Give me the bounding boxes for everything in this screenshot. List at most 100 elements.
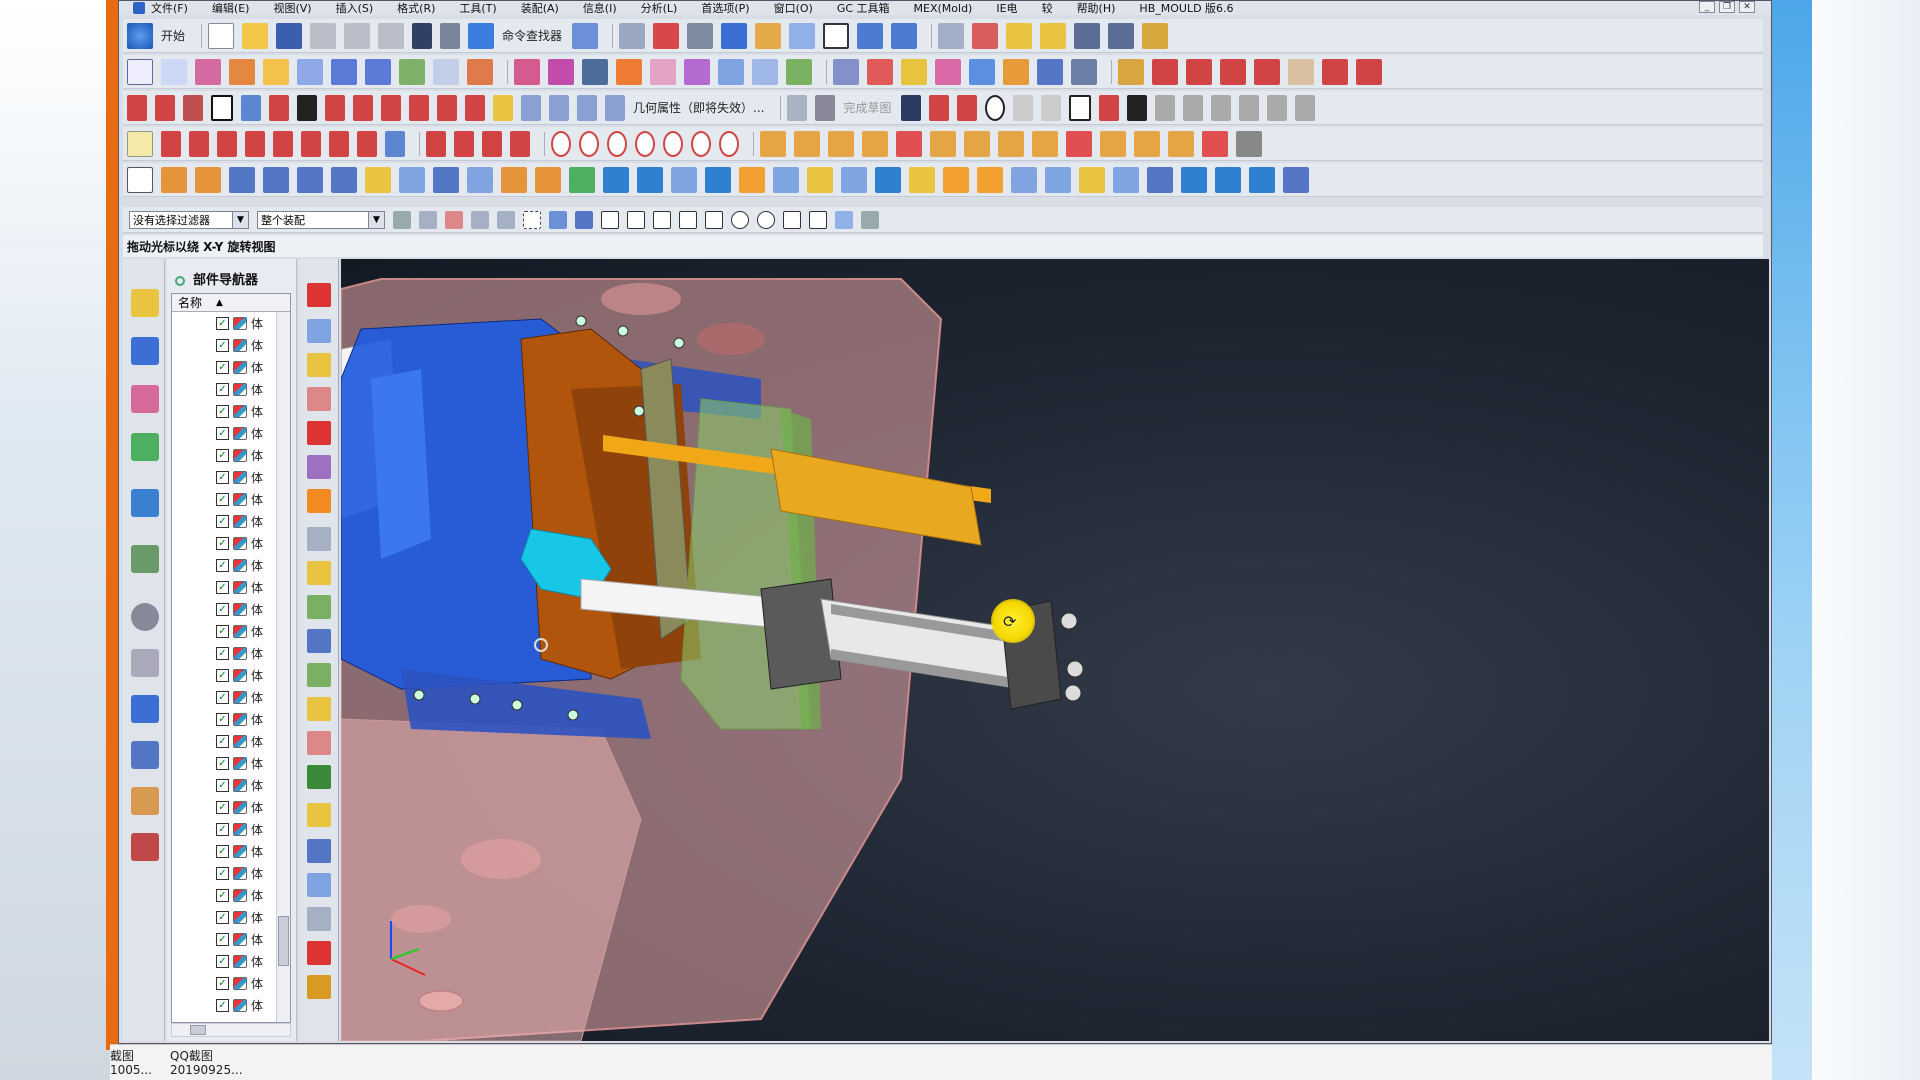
shell-icon[interactable]: [807, 166, 833, 193]
history-icon[interactable]: [131, 603, 159, 631]
navigator-row[interactable]: ✓ 体: [172, 686, 290, 708]
sweep-icon[interactable]: [263, 58, 289, 85]
pencil-icon[interactable]: [127, 130, 153, 157]
workpiece-icon[interactable]: [862, 130, 888, 157]
assembly-icon[interactable]: [857, 22, 884, 49]
subtract-icon[interactable]: [637, 166, 663, 193]
visibility-checkbox[interactable]: ✓: [216, 668, 229, 682]
line-perp-icon[interactable]: [245, 130, 265, 157]
thread-icon[interactable]: [943, 166, 969, 193]
extrude-surface-icon[interactable]: [229, 58, 255, 85]
navigator-row[interactable]: ✓ 体: [172, 796, 290, 818]
select-face-icon[interactable]: [445, 210, 463, 229]
pull-face-icon[interactable]: [969, 58, 995, 85]
intersect-icon[interactable]: [671, 166, 697, 193]
control-point-icon[interactable]: [679, 210, 697, 229]
constraint-icon[interactable]: [1267, 94, 1288, 121]
datum-plane-icon[interactable]: [1113, 166, 1139, 193]
circle-tangent-icon[interactable]: [607, 130, 627, 157]
finish-sketch-button[interactable]: 完成草图: [843, 99, 891, 116]
arc-3pt-icon[interactable]: [301, 130, 321, 157]
unite-icon[interactable]: [603, 166, 629, 193]
visibility-checkbox[interactable]: ✓: [216, 558, 229, 572]
circle-point-icon[interactable]: [663, 130, 683, 157]
mirror-feature-icon[interactable]: [909, 166, 935, 193]
curve-length-icon[interactable]: [437, 94, 457, 121]
offset-curve-icon[interactable]: [1288, 58, 1314, 85]
start-icon[interactable]: [127, 22, 153, 49]
pin-icon[interactable]: [175, 275, 185, 286]
ejector-pin-icon[interactable]: [1066, 130, 1092, 157]
extract-curve-icon[interactable]: [465, 94, 485, 121]
selection-icon[interactable]: [572, 22, 599, 49]
solid-select-icon[interactable]: [575, 210, 593, 229]
visibility-checkbox[interactable]: ✓: [216, 360, 229, 374]
menu-format[interactable]: 格式(R): [397, 1, 435, 15]
runner-icon[interactable]: [1202, 130, 1228, 157]
chevron-down-icon[interactable]: ▼: [368, 211, 384, 228]
visibility-checkbox[interactable]: ✓: [216, 800, 229, 814]
manufacturing-wizard-icon[interactable]: [131, 741, 159, 769]
menu-information[interactable]: 信息(I): [583, 1, 617, 15]
navigator-vertical-scrollbar[interactable]: [276, 312, 290, 1022]
menu-preferences[interactable]: 首选项(P): [701, 1, 749, 15]
cut-icon[interactable]: [310, 22, 337, 49]
line-point-angle-icon[interactable]: [189, 130, 209, 157]
visibility-checkbox[interactable]: ✓: [216, 536, 229, 550]
mold-csys-tool-icon[interactable]: [307, 319, 331, 343]
assembly-navigator-icon[interactable]: [131, 289, 159, 317]
visibility-checkbox[interactable]: ✓: [216, 580, 229, 594]
navigator-row[interactable]: ✓ 体: [172, 422, 290, 444]
arc-center-snap-icon[interactable]: [731, 210, 749, 229]
navigator-horizontal-scrollbar[interactable]: [171, 1023, 291, 1037]
parting-surface-icon[interactable]: [307, 561, 331, 585]
mold-assembly-model[interactable]: [341, 259, 1769, 1041]
existing-point-icon[interactable]: [783, 210, 801, 229]
menu-file[interactable]: 文件(F): [151, 1, 188, 15]
offset-face-icon[interactable]: [977, 166, 1003, 193]
bounded-plane-icon[interactable]: [399, 58, 425, 85]
quick-trim-icon[interactable]: [1183, 94, 1204, 121]
arc-center-icon[interactable]: [357, 130, 377, 157]
visibility-checkbox[interactable]: ✓: [216, 646, 229, 660]
line-icon[interactable]: [127, 94, 147, 121]
visibility-checkbox[interactable]: ✓: [216, 976, 229, 990]
thicken-icon[interactable]: [548, 58, 574, 85]
menu-electrode[interactable]: IE电: [996, 1, 1017, 15]
join-curve-icon[interactable]: [1220, 58, 1246, 85]
grid-icon[interactable]: [385, 130, 405, 157]
menu-hb-mould[interactable]: HB_MOULD 版6.6: [1139, 1, 1233, 15]
midpoint-icon[interactable]: [653, 210, 671, 229]
divide-face-icon[interactable]: [833, 58, 859, 85]
navigator-row[interactable]: ✓ 体: [172, 642, 290, 664]
navigator-row[interactable]: ✓ 体: [172, 488, 290, 510]
menu-analysis[interactable]: 分析(L): [641, 1, 678, 15]
system-scenes-icon[interactable]: [131, 833, 159, 861]
nx-app-icon[interactable]: [133, 2, 145, 14]
circle-center-icon[interactable]: [551, 130, 571, 157]
edge-blend-icon[interactable]: [739, 166, 765, 193]
visibility-checkbox[interactable]: ✓: [216, 316, 229, 330]
offset-surface-icon[interactable]: [514, 58, 540, 85]
pattern-icon[interactable]: [875, 166, 901, 193]
chamfer-icon[interactable]: [1041, 94, 1062, 121]
analysis-icon[interactable]: [972, 22, 999, 49]
mold-base-icon[interactable]: [998, 130, 1024, 157]
snap-options-icon[interactable]: [861, 210, 879, 229]
visibility-checkbox[interactable]: ✓: [216, 602, 229, 616]
visibility-checkbox[interactable]: ✓: [216, 690, 229, 704]
fillet-icon[interactable]: [1013, 94, 1034, 121]
point-on-face-icon[interactable]: [835, 210, 853, 229]
navigator-row[interactable]: ✓ 体: [172, 928, 290, 950]
sketch-spline-icon[interactable]: [1099, 94, 1120, 121]
standard-parts-tool-icon[interactable]: [307, 629, 331, 653]
navigator-row[interactable]: ✓ 体: [172, 554, 290, 576]
mold-csys-icon[interactable]: [794, 130, 820, 157]
standard-part-icon[interactable]: [1032, 130, 1058, 157]
menu-insert[interactable]: 插入(S): [336, 1, 374, 15]
navigator-row[interactable]: ✓ 体: [172, 972, 290, 994]
cavity-layout-icon[interactable]: [896, 130, 922, 157]
menu-misc[interactable]: 较: [1042, 1, 1053, 15]
electrode-tool-icon[interactable]: [307, 873, 331, 897]
datum-csys-icon[interactable]: [1181, 166, 1207, 193]
